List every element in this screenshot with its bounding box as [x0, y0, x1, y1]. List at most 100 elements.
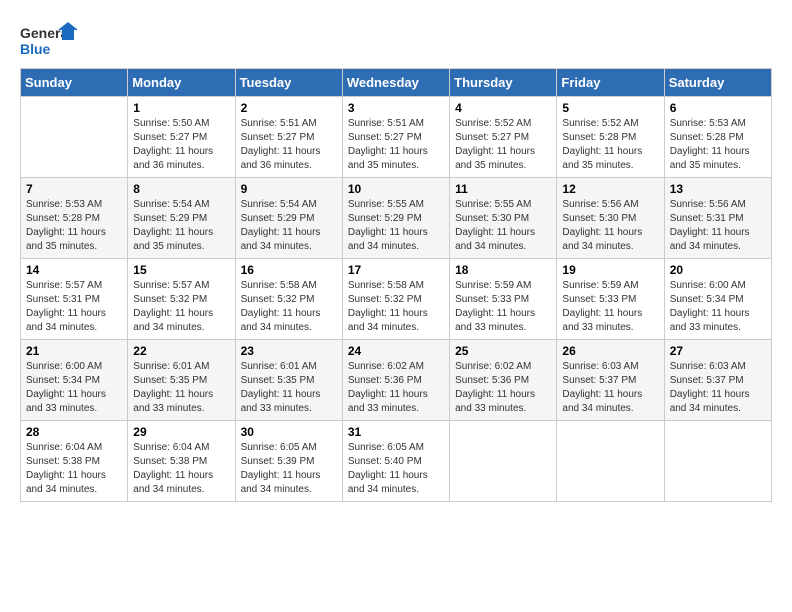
- day-info: Sunrise: 6:05 AMSunset: 5:40 PMDaylight:…: [348, 441, 444, 497]
- calendar-cell: 29Sunrise: 6:04 AMSunset: 5:38 PMDayligh…: [128, 421, 235, 502]
- day-number: 3: [348, 101, 444, 115]
- header-day: Sunday: [21, 69, 128, 97]
- calendar-cell: 12Sunrise: 5:56 AMSunset: 5:30 PMDayligh…: [557, 178, 664, 259]
- calendar-cell: 16 Sunrise: 5:58 AMSunset: 5:32 PMDayligh…: [235, 259, 342, 340]
- calendar-cell: 11 Sunrise: 5:55 AMSunset: 5:30 PMDayligh…: [450, 178, 557, 259]
- day-info: Sunrise: 5:57 AMSunset: 5:32 PMDaylight:…: [133, 279, 229, 335]
- day-number: 28: [26, 425, 122, 439]
- calendar-cell: 5 Sunrise: 5:52 AMSunset: 5:28 PMDaylight…: [557, 97, 664, 178]
- day-info: Sunrise: 5:59 AMSunset: 5:33 PMDaylight:…: [455, 279, 551, 335]
- calendar-cell: [557, 421, 664, 502]
- day-number: 7: [26, 182, 122, 196]
- day-info: Sunrise: 6:02 AMSunset: 5:36 PMDaylight:…: [348, 360, 444, 416]
- day-number: 15: [133, 263, 229, 277]
- svg-text:Blue: Blue: [20, 41, 51, 57]
- day-info: Sunrise: 6:03 AMSunset: 5:37 PMDaylight:…: [562, 360, 658, 416]
- day-info: Sunrise: 5:55 AMSunset: 5:29 PMDaylight:…: [348, 198, 444, 254]
- day-info: Sunrise: 5:51 AMSunset: 5:27 PMDaylight:…: [348, 117, 444, 173]
- calendar-cell: 20 Sunrise: 6:00 AMSunset: 5:34 PMDayligh…: [664, 259, 771, 340]
- calendar-cell: 10 Sunrise: 5:55 AMSunset: 5:29 PMDayligh…: [342, 178, 449, 259]
- day-number: 18: [455, 263, 551, 277]
- day-number: 14: [26, 263, 122, 277]
- calendar-row: 7 Sunrise: 5:53 AMSunset: 5:28 PMDaylight…: [21, 178, 772, 259]
- day-number: 19: [562, 263, 658, 277]
- day-number: 13: [670, 182, 766, 196]
- header-day: Thursday: [450, 69, 557, 97]
- calendar-cell: [450, 421, 557, 502]
- calendar-cell: 30 Sunrise: 6:05 AMSunset: 5:39 PMDayligh…: [235, 421, 342, 502]
- day-info: Sunrise: 5:53 AMSunset: 5:28 PMDaylight:…: [26, 198, 122, 254]
- day-info: Sunrise: 5:56 AMSunset: 5:31 PMDaylight:…: [670, 198, 766, 254]
- calendar-cell: 4Sunrise: 5:52 AMSunset: 5:27 PMDaylight…: [450, 97, 557, 178]
- day-info: Sunrise: 5:57 AMSunset: 5:31 PMDaylight:…: [26, 279, 122, 335]
- calendar-cell: 13 Sunrise: 5:56 AMSunset: 5:31 PMDayligh…: [664, 178, 771, 259]
- day-info: Sunrise: 6:00 AMSunset: 5:34 PMDaylight:…: [670, 279, 766, 335]
- calendar-row: 1 Sunrise: 5:50 AMSunset: 5:27 PMDaylight…: [21, 97, 772, 178]
- calendar-cell: 22 Sunrise: 6:01 AMSunset: 5:35 PMDayligh…: [128, 340, 235, 421]
- calendar-row: 28 Sunrise: 6:04 AMSunset: 5:38 PMDayligh…: [21, 421, 772, 502]
- calendar-cell: 25 Sunrise: 6:02 AMSunset: 5:36 PMDayligh…: [450, 340, 557, 421]
- day-info: Sunrise: 5:51 AMSunset: 5:27 PMDaylight:…: [241, 117, 337, 173]
- calendar-cell: 6 Sunrise: 5:53 AMSunset: 5:28 PMDaylight…: [664, 97, 771, 178]
- calendar-row: 14 Sunrise: 5:57 AMSunset: 5:31 PMDayligh…: [21, 259, 772, 340]
- calendar-cell: 21 Sunrise: 6:00 AMSunset: 5:34 PMDayligh…: [21, 340, 128, 421]
- day-info: Sunrise: 5:52 AMSunset: 5:27 PMDaylight:…: [455, 117, 551, 173]
- day-number: 17: [348, 263, 444, 277]
- calendar-cell: 14 Sunrise: 5:57 AMSunset: 5:31 PMDayligh…: [21, 259, 128, 340]
- day-info: Sunrise: 5:54 AMSunset: 5:29 PMDaylight:…: [133, 198, 229, 254]
- day-info: Sunrise: 5:54 AMSunset: 5:29 PMDaylight:…: [241, 198, 337, 254]
- day-number: 25: [455, 344, 551, 358]
- day-info: Sunrise: 6:00 AMSunset: 5:34 PMDaylight:…: [26, 360, 122, 416]
- calendar-cell: 19Sunrise: 5:59 AMSunset: 5:33 PMDayligh…: [557, 259, 664, 340]
- logo: GeneralBlue: [20, 20, 80, 60]
- calendar-cell: [664, 421, 771, 502]
- day-number: 8: [133, 182, 229, 196]
- calendar-cell: 24Sunrise: 6:02 AMSunset: 5:36 PMDayligh…: [342, 340, 449, 421]
- day-number: 20: [670, 263, 766, 277]
- day-info: Sunrise: 5:55 AMSunset: 5:30 PMDaylight:…: [455, 198, 551, 254]
- day-info: Sunrise: 5:50 AMSunset: 5:27 PMDaylight:…: [133, 117, 229, 173]
- calendar-cell: 28 Sunrise: 6:04 AMSunset: 5:38 PMDayligh…: [21, 421, 128, 502]
- day-number: 1: [133, 101, 229, 115]
- calendar-cell: 1 Sunrise: 5:50 AMSunset: 5:27 PMDaylight…: [128, 97, 235, 178]
- day-number: 26: [562, 344, 658, 358]
- day-number: 22: [133, 344, 229, 358]
- day-number: 11: [455, 182, 551, 196]
- day-info: Sunrise: 6:05 AMSunset: 5:39 PMDaylight:…: [241, 441, 337, 497]
- day-number: 9: [241, 182, 337, 196]
- day-number: 27: [670, 344, 766, 358]
- day-info: Sunrise: 6:01 AMSunset: 5:35 PMDaylight:…: [133, 360, 229, 416]
- calendar-cell: 2 Sunrise: 5:51 AMSunset: 5:27 PMDaylight…: [235, 97, 342, 178]
- day-info: Sunrise: 5:52 AMSunset: 5:28 PMDaylight:…: [562, 117, 658, 173]
- day-info: Sunrise: 6:04 AMSunset: 5:38 PMDaylight:…: [26, 441, 122, 497]
- day-number: 10: [348, 182, 444, 196]
- calendar-cell: 15 Sunrise: 5:57 AMSunset: 5:32 PMDayligh…: [128, 259, 235, 340]
- day-info: Sunrise: 5:58 AMSunset: 5:32 PMDaylight:…: [241, 279, 337, 335]
- day-info: Sunrise: 6:02 AMSunset: 5:36 PMDaylight:…: [455, 360, 551, 416]
- day-number: 21: [26, 344, 122, 358]
- header-day: Wednesday: [342, 69, 449, 97]
- calendar-cell: 17 Sunrise: 5:58 AMSunset: 5:32 PMDayligh…: [342, 259, 449, 340]
- header-day: Friday: [557, 69, 664, 97]
- day-info: Sunrise: 5:58 AMSunset: 5:32 PMDaylight:…: [348, 279, 444, 335]
- header-row: SundayMondayTuesdayWednesdayThursdayFrid…: [21, 69, 772, 97]
- day-number: 6: [670, 101, 766, 115]
- calendar-cell: 26 Sunrise: 6:03 AMSunset: 5:37 PMDayligh…: [557, 340, 664, 421]
- calendar-cell: 7 Sunrise: 5:53 AMSunset: 5:28 PMDaylight…: [21, 178, 128, 259]
- day-number: 2: [241, 101, 337, 115]
- day-number: 30: [241, 425, 337, 439]
- calendar-cell: 27Sunrise: 6:03 AMSunset: 5:37 PMDayligh…: [664, 340, 771, 421]
- day-info: Sunrise: 5:53 AMSunset: 5:28 PMDaylight:…: [670, 117, 766, 173]
- header-day: Monday: [128, 69, 235, 97]
- calendar-row: 21 Sunrise: 6:00 AMSunset: 5:34 PMDayligh…: [21, 340, 772, 421]
- day-info: Sunrise: 6:01 AMSunset: 5:35 PMDaylight:…: [241, 360, 337, 416]
- calendar-cell: 9 Sunrise: 5:54 AMSunset: 5:29 PMDaylight…: [235, 178, 342, 259]
- header-day: Saturday: [664, 69, 771, 97]
- day-number: 23: [241, 344, 337, 358]
- day-number: 16: [241, 263, 337, 277]
- calendar-cell: 31Sunrise: 6:05 AMSunset: 5:40 PMDayligh…: [342, 421, 449, 502]
- day-number: 5: [562, 101, 658, 115]
- day-number: 29: [133, 425, 229, 439]
- calendar-cell: 3 Sunrise: 5:51 AMSunset: 5:27 PMDaylight…: [342, 97, 449, 178]
- header-day: Tuesday: [235, 69, 342, 97]
